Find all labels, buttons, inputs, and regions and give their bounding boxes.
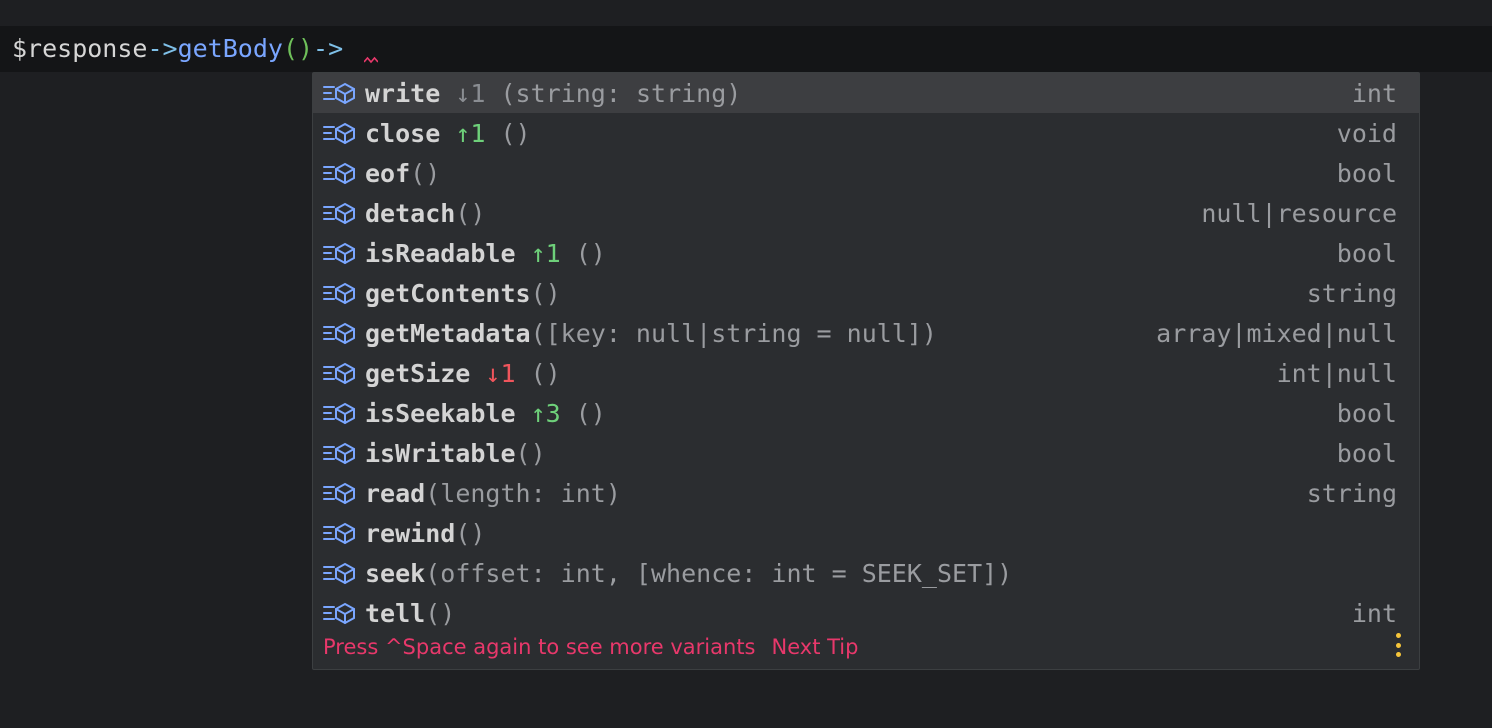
order-indicator: ↑3 [530,398,561,428]
code-line[interactable]: $response->getBody()-> [12,33,343,65]
completion-item-return-type: int [1351,598,1397,628]
completion-item-params: () [575,238,606,268]
code-arrow: -> [313,34,344,63]
completion-item-return-type: void [1336,118,1397,148]
method-icon [323,81,357,105]
completion-item-params: () [500,118,531,148]
completion-item-params: (string: string) [500,78,742,108]
completion-item-return-type: string [1306,278,1397,308]
completion-item-return-type: int|null [1276,358,1397,388]
completion-item-params: () [515,438,546,468]
completion-item-getMetadata[interactable]: getMetadata ([key: null|string = null]) ar… [313,313,1419,353]
order-indicator: ↓1 [485,358,516,388]
completion-item-isReadable[interactable]: isReadable ↑1 () bool [313,233,1419,273]
completion-item-name: close [365,118,441,148]
method-icon [323,441,357,465]
completion-item-read[interactable]: read (length: int) string [313,473,1419,513]
completion-item-return-type: string [1306,478,1397,508]
completion-popup: write ↓1 (string: string) int close ↑1 () v… [312,72,1420,670]
completion-item-eof[interactable]: eof() bool [313,153,1419,193]
completion-item-params: (offset: int, [whence: int = SEEK_SET]) [425,558,1013,588]
completion-item-params: () [455,518,486,548]
method-icon [323,561,357,585]
completion-item-name: rewind [365,518,456,548]
completion-item-return-type: bool [1336,438,1397,468]
completion-item-params: ([key: null|string = null]) [530,318,937,348]
footer-hint: Press ^Space again to see more variants [323,635,756,659]
editor-top-area [0,0,1492,26]
completion-item-detach[interactable]: detach() null|resource [313,193,1419,233]
completion-item-name: isReadable [365,238,516,268]
completion-item-return-type: bool [1336,158,1397,188]
completion-item-name: getSize [365,358,471,388]
completion-item-name: eof [365,158,411,188]
method-icon [323,201,357,225]
completion-item-getSize[interactable]: getSize ↓1 () int|null [313,353,1419,393]
completion-footer: Press ^Space again to see more variants … [323,635,858,659]
code-parens: () [282,34,314,63]
completion-item-close[interactable]: close ↑1 () void [313,113,1419,153]
completion-item-write[interactable]: write ↓1 (string: string) int [313,73,1419,113]
method-icon [323,321,357,345]
method-icon [323,161,357,185]
completion-item-return-type: int [1351,78,1397,108]
code-arrow: -> [147,34,178,63]
method-icon [323,601,357,625]
completion-item-name: read [365,478,426,508]
completion-item-tell[interactable]: tell() int [313,593,1419,633]
completion-item-params: () [530,278,561,308]
completion-item-return-type: null|resource [1201,198,1397,228]
completion-item-name: isSeekable [365,398,516,428]
completion-item-params: (length: int) [425,478,621,508]
completion-item-params: () [575,398,606,428]
order-indicator: ↑1 [455,118,486,148]
completion-item-params: () [455,198,486,228]
completion-item-name: write [365,78,441,108]
method-icon [323,241,357,265]
method-icon [323,401,357,425]
order-indicator: ↑1 [530,238,561,268]
method-icon [323,281,357,305]
completion-item-return-type: bool [1336,398,1397,428]
order-indicator: ↓1 [455,78,486,108]
completion-item-name: getContents [365,278,531,308]
completion-item-params: () [530,358,561,388]
completion-item-return-type: bool [1336,238,1397,268]
completion-item-params: () [410,158,441,188]
completion-item-seek[interactable]: seek (offset: int, [whence: int = SEEK_SE… [313,553,1419,593]
completion-item-name: tell [365,598,426,628]
completion-item-name: seek [365,558,426,588]
method-icon [323,361,357,385]
completion-item-params: () [425,598,456,628]
completion-item-name: detach [365,198,456,228]
code-variable: $response [12,34,148,63]
code-method: getBody [177,34,283,63]
completion-item-getContents[interactable]: getContents() string [313,273,1419,313]
completion-item-rewind[interactable]: rewind() [313,513,1419,553]
completion-item-name: isWritable [365,438,516,468]
method-icon [323,521,357,545]
more-options-icon[interactable] [1395,633,1401,657]
completion-item-isSeekable[interactable]: isSeekable ↑3 () bool [313,393,1419,433]
next-tip-link[interactable]: Next Tip [772,635,859,659]
completion-item-name: getMetadata [365,318,531,348]
error-squiggle-icon [364,56,378,64]
method-icon [323,121,357,145]
method-icon [323,481,357,505]
completion-item-return-type: array|mixed|null [1156,318,1397,348]
completion-item-isWritable[interactable]: isWritable() bool [313,433,1419,473]
